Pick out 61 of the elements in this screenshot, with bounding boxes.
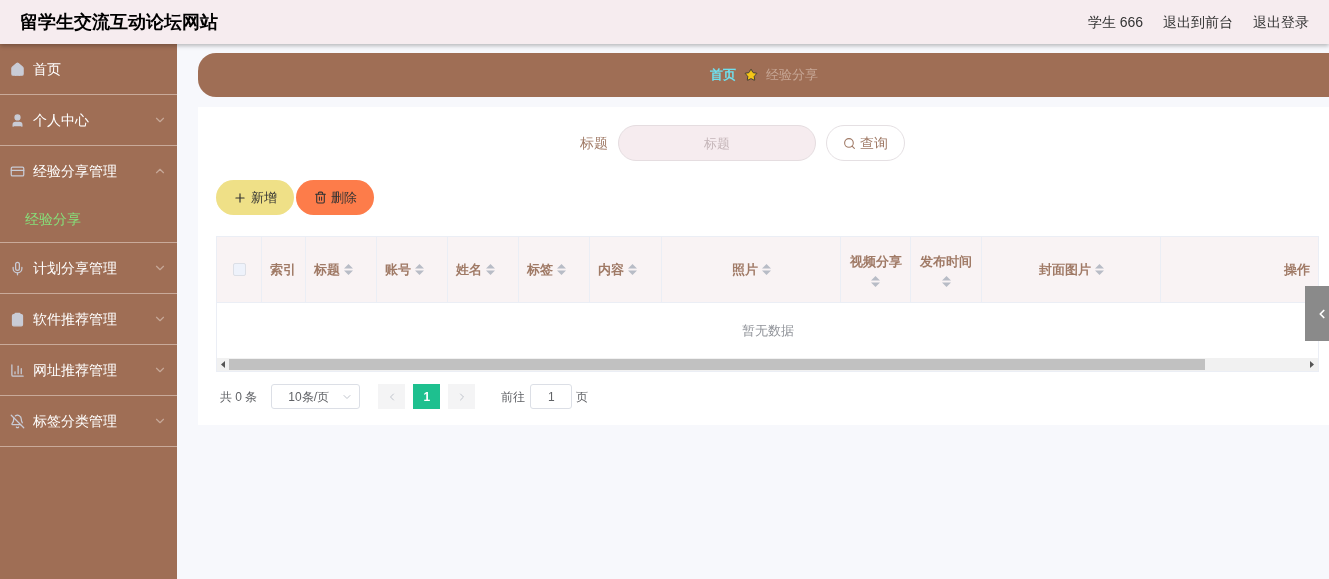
breadcrumb-link[interactable]: 首页 (709, 65, 736, 85)
goto-label: 前往 (501, 388, 526, 406)
bar-chart-icon (10, 362, 25, 378)
bell-off-icon (10, 413, 25, 429)
total-count: 共 0 条 (220, 388, 258, 406)
goto-page-field[interactable]: 1 (530, 384, 573, 409)
checkbox[interactable] (232, 263, 246, 276)
sidebar-item[interactable]: 网址推荐管理 (33, 359, 145, 381)
sidebar-item[interactable]: 计划分享管理 (33, 257, 145, 279)
trash-icon (313, 191, 327, 204)
plus-icon (233, 190, 247, 205)
sort-icon[interactable] (941, 275, 951, 287)
sort-icon[interactable] (486, 264, 495, 275)
star-icon (743, 68, 758, 82)
user-icon (10, 112, 25, 128)
sidebar-item[interactable]: 首页 (33, 58, 167, 80)
page-button[interactable]: 1 (413, 384, 441, 409)
goto-suffix: 页 (576, 388, 589, 406)
delete-button[interactable]: 删除 (296, 180, 374, 215)
column-header[interactable]: 内容 (598, 259, 637, 280)
column-header[interactable]: 照片 (731, 259, 771, 280)
page-size-select[interactable]: 10条/页 (271, 384, 361, 409)
column-header[interactable]: 索引 (270, 259, 296, 280)
clipboard-icon (10, 311, 25, 327)
next-page-button[interactable] (448, 384, 476, 409)
sort-icon[interactable] (344, 264, 353, 275)
site-title: 留学生交流互动论坛网站 (20, 10, 218, 34)
sort-icon[interactable] (628, 264, 637, 275)
column-header[interactable]: 发布时间 (919, 252, 973, 287)
sort-icon[interactable] (1094, 264, 1104, 275)
add-button[interactable]: 新增 (216, 180, 294, 215)
sidebar-item[interactable]: 标签分类管理 (33, 410, 145, 432)
sort-icon[interactable] (871, 275, 880, 287)
sort-icon[interactable] (415, 264, 424, 275)
card-icon (10, 163, 25, 179)
sort-icon[interactable] (557, 264, 566, 275)
user-name: 学生 666 (1087, 12, 1143, 32)
prev-page-button[interactable] (378, 384, 406, 409)
sidebar-item[interactable]: 软件推荐管理 (33, 308, 145, 330)
column-header[interactable]: 姓名 (456, 259, 495, 280)
search-icon (843, 136, 856, 150)
sidebar-item[interactable]: 经验分享管理 (33, 160, 145, 182)
column-header[interactable]: 标题 (314, 259, 353, 280)
empty-text: 暂无数据 (741, 321, 794, 340)
breadcrumb-link[interactable]: 经验分享 (765, 65, 818, 85)
column-header[interactable]: 封面图片 (1038, 259, 1104, 280)
header-link[interactable]: 退出到前台 (1163, 11, 1233, 33)
home-icon (10, 61, 25, 77)
sidebar-subitem[interactable]: 经验分享 (0, 196, 177, 242)
sort-icon[interactable] (761, 264, 771, 275)
search-button[interactable]: 查询 (826, 125, 905, 161)
column-header[interactable]: 视频分享 (849, 252, 902, 287)
sidebar-item[interactable]: 个人中心 (33, 109, 145, 131)
horizontal-scrollbar[interactable] (217, 358, 1318, 371)
header-link[interactable]: 退出登录 (1253, 11, 1309, 33)
search-label: 标题 (580, 133, 608, 153)
side-drawer-handle[interactable] (1305, 286, 1329, 341)
column-header[interactable]: 操作 (1284, 259, 1310, 280)
column-header[interactable]: 标签 (527, 259, 566, 280)
column-header[interactable]: 账号 (385, 259, 424, 280)
microphone-icon (10, 260, 25, 276)
